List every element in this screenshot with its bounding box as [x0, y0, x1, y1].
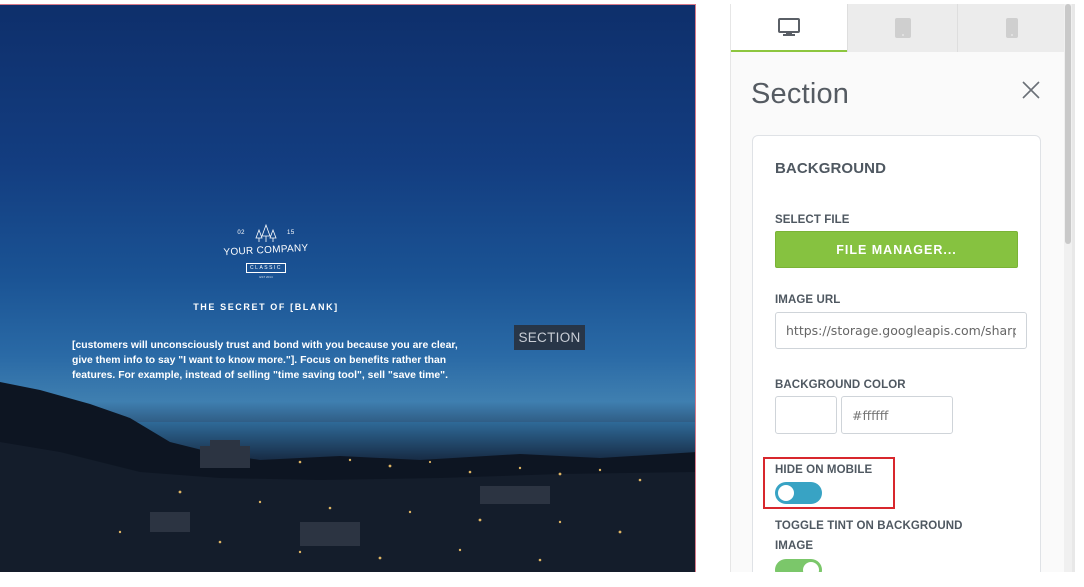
logo-established: EST 2014 — [259, 275, 273, 279]
tab-tablet[interactable] — [847, 4, 957, 52]
logo-right-number: 15 — [287, 230, 295, 236]
app-frame: 02 15 YOUR COMPANY CLASSIC EST 2014 THE … — [0, 0, 1084, 587]
close-icon — [1022, 81, 1040, 99]
toggle-knob — [778, 485, 794, 501]
select-file-label: SELECT FILE — [775, 214, 850, 226]
hide-on-mobile-label: HIDE ON MOBILE — [775, 464, 873, 476]
section-settings-panel: Section BACKGROUND SELECT FILE FILE MANA… — [730, 4, 1064, 572]
trees-icon — [255, 223, 277, 242]
image-url-label: IMAGE URL — [775, 294, 841, 306]
section-body-text: [customers will unconsciously trust and … — [72, 340, 458, 381]
city-skyline-image — [0, 382, 695, 572]
toggle-tint-label-continued: IMAGE — [775, 540, 814, 552]
panel-title: Section — [751, 78, 850, 110]
canvas-top-border — [0, 4, 696, 5]
background-heading: BACKGROUND — [775, 160, 886, 177]
hide-on-mobile-toggle[interactable] — [775, 482, 822, 504]
image-url-input[interactable] — [775, 312, 1027, 349]
file-manager-button[interactable]: FILE MANAGER... — [775, 231, 1018, 268]
mobile-icon — [1005, 18, 1018, 38]
company-logo: 02 15 YOUR COMPANY CLASSIC EST 2014 — [216, 222, 316, 280]
toggle-knob — [803, 562, 819, 572]
tab-mobile[interactable] — [957, 4, 1064, 52]
background-settings-card: BACKGROUND SELECT FILE FILE MANAGER... I… — [752, 135, 1041, 572]
toggle-tint-toggle[interactable] — [775, 559, 822, 572]
panel-scrollbar-thumb[interactable] — [1065, 4, 1071, 244]
section-kicker-heading: THE SECRET OF [BLANK] — [193, 302, 339, 312]
tablet-icon — [894, 18, 911, 38]
logo-tagline: CLASSIC — [246, 263, 286, 273]
section-label-tag[interactable]: SECTION — [514, 325, 585, 350]
device-preview-tabs — [731, 4, 1064, 52]
window-edge — [1072, 4, 1075, 572]
close-panel-button[interactable] — [1019, 78, 1043, 102]
background-color-swatch[interactable] — [775, 396, 837, 434]
background-color-label: BACKGROUND COLOR — [775, 379, 906, 391]
panel-gutter — [696, 4, 730, 572]
logo-left-number: 02 — [237, 230, 245, 236]
logo-company-name: YOUR COMPANY — [223, 242, 309, 259]
page-preview-canvas[interactable]: 02 15 YOUR COMPANY CLASSIC EST 2014 THE … — [0, 4, 696, 572]
desktop-icon — [778, 18, 800, 36]
tab-desktop[interactable] — [731, 4, 847, 52]
toggle-tint-label: TOGGLE TINT ON BACKGROUND — [775, 520, 963, 532]
background-color-input[interactable] — [841, 396, 953, 434]
